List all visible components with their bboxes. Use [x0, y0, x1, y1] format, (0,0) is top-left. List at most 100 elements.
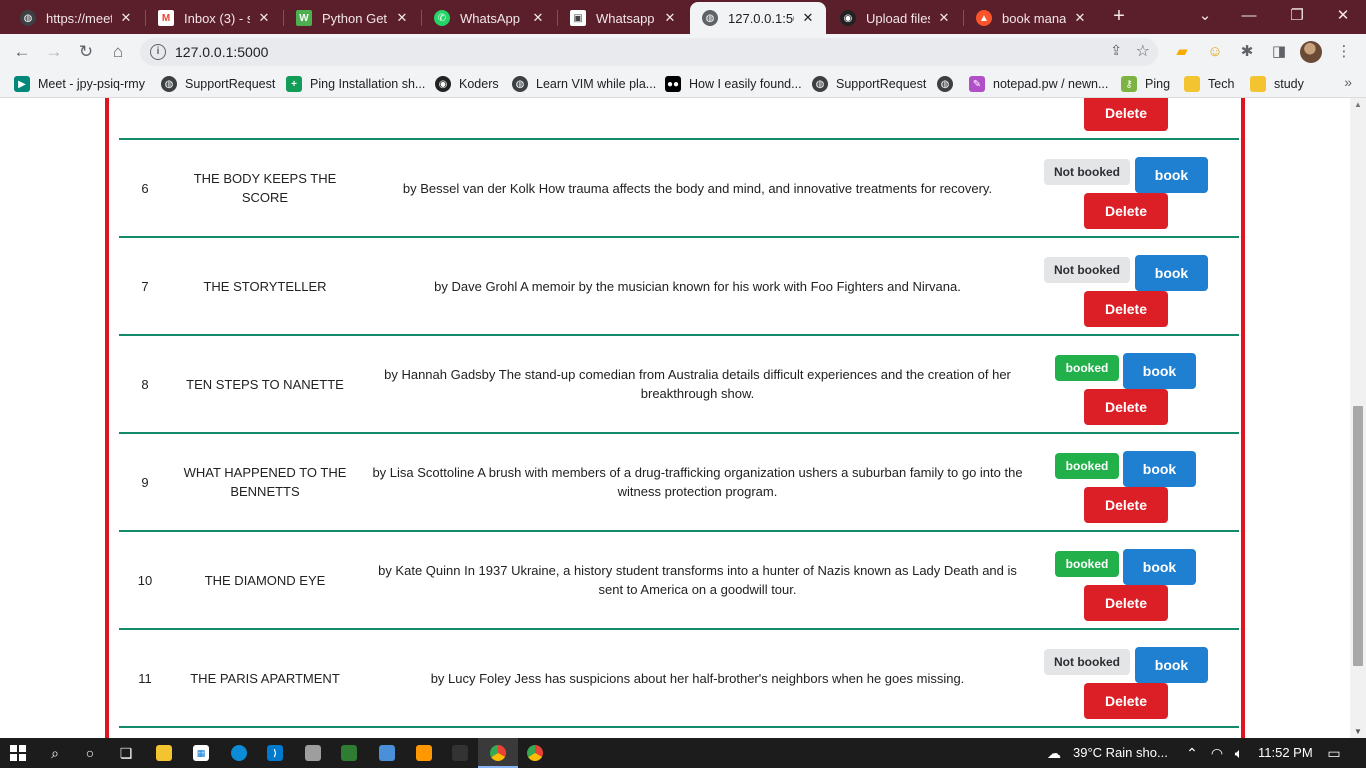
- app-icon[interactable]: [376, 742, 398, 764]
- sublime-icon[interactable]: [413, 742, 435, 764]
- menu-kebab-icon[interactable]: ⋮: [1334, 42, 1354, 62]
- forward-icon[interactable]: →: [42, 40, 66, 64]
- bookmark-label: Ping Installation sh...: [310, 77, 426, 91]
- book-button[interactable]: book: [1123, 451, 1196, 487]
- book-number: 11: [138, 670, 152, 686]
- tab-book-manage[interactable]: ▲ book manage ✕: [964, 2, 1098, 34]
- book-title: WHAT HAPPENED TO THE BENNETTS: [183, 465, 347, 499]
- store-icon[interactable]: ▦: [190, 742, 212, 764]
- bookmark-star-icon[interactable]: ☆: [1136, 41, 1150, 61]
- chrome-icon[interactable]: [487, 742, 509, 764]
- new-tab-button[interactable]: +: [1108, 5, 1130, 27]
- bookmark-label: How I easily found...: [689, 77, 802, 91]
- close-icon[interactable]: ✕: [936, 10, 952, 26]
- delete-button[interactable]: Delete: [1084, 683, 1168, 719]
- tab-search-icon[interactable]: ⌄: [1193, 4, 1217, 28]
- bookmark-item[interactable]: ✎ notepad.pw / newn...: [969, 75, 1108, 93]
- tab-inbox[interactable]: M Inbox (3) - sa ✕: [146, 2, 282, 34]
- bookmark-label: SupportRequest: [185, 77, 276, 91]
- bookmark-item[interactable]: + Ping Installation sh...: [286, 75, 425, 93]
- tab-upload-files[interactable]: ◉ Upload files · ✕: [828, 2, 962, 34]
- extensions-puzzle-icon[interactable]: ✱: [1237, 42, 1257, 62]
- page-scrollbar[interactable]: ▲ ▼: [1350, 98, 1366, 738]
- bookmark-item[interactable]: ◍: [937, 75, 961, 93]
- task-view-icon[interactable]: ❏: [115, 742, 137, 764]
- book-button[interactable]: book: [1123, 549, 1196, 585]
- restore-icon[interactable]: ❐: [1285, 4, 1309, 28]
- side-panel-icon[interactable]: ◨: [1269, 42, 1289, 62]
- notifications-icon[interactable]: ▭: [1323, 742, 1345, 764]
- tab-localhost[interactable]: ◍ 127.0.0.1:500 ✕: [690, 2, 826, 34]
- home-icon[interactable]: ⌂: [106, 40, 130, 64]
- close-icon[interactable]: ✕: [662, 10, 678, 26]
- wifi-icon[interactable]: ◠: [1206, 742, 1228, 764]
- delete-button[interactable]: Delete: [1084, 193, 1168, 229]
- bookmark-item[interactable]: ◉ Koders: [435, 75, 499, 93]
- bookmark-item[interactable]: ◍ Learn VIM while pla...: [512, 75, 656, 93]
- gmail-icon: M: [158, 10, 174, 26]
- delete-button[interactable]: Delete: [1084, 98, 1168, 131]
- close-icon[interactable]: ✕: [530, 10, 546, 26]
- bookmark-item[interactable]: ⚷ Ping: [1121, 75, 1170, 93]
- back-icon[interactable]: ←: [10, 40, 34, 64]
- delete-button[interactable]: Delete: [1084, 291, 1168, 327]
- chrome-icon[interactable]: [524, 742, 546, 764]
- bookmark-item[interactable]: ◍ SupportRequest: [812, 75, 926, 93]
- emoji-extension-icon[interactable]: ☺: [1205, 42, 1225, 62]
- file-explorer-icon[interactable]: [153, 742, 175, 764]
- tray-chevron-icon[interactable]: ⌃: [1181, 742, 1203, 764]
- bookmark-item[interactable]: ●● How I easily found...: [665, 75, 802, 93]
- close-icon[interactable]: ✕: [256, 10, 272, 26]
- docs-icon: ▣: [570, 10, 586, 26]
- edge-icon[interactable]: [228, 742, 250, 764]
- bookmarks-more-icon[interactable]: »: [1344, 74, 1352, 90]
- volume-icon[interactable]: 🔈︎: [1228, 742, 1250, 764]
- book-number: 4: [119, 98, 171, 138]
- reload-icon[interactable]: ↻: [74, 40, 98, 64]
- share-icon[interactable]: ⇪: [1110, 42, 1122, 59]
- vscode-icon[interactable]: ⟩: [264, 742, 286, 764]
- book-button[interactable]: book: [1135, 157, 1208, 193]
- book-button[interactable]: book: [1135, 255, 1208, 291]
- bookmark-item[interactable]: ▶ Meet - jpy-psiq-rmy: [14, 75, 145, 93]
- tab-whatsapp-api[interactable]: ▣ Whatsapp AP ✕: [558, 2, 688, 34]
- windows-start-icon[interactable]: [7, 742, 29, 764]
- extension-folder-icon[interactable]: ▰: [1172, 42, 1192, 62]
- close-icon[interactable]: ✕: [800, 10, 816, 26]
- bookmark-label: notepad.pw / newn...: [993, 77, 1109, 91]
- bookmark-folder[interactable]: study: [1250, 75, 1304, 93]
- scrollbar-thumb[interactable]: [1353, 406, 1363, 666]
- app-icon[interactable]: [449, 742, 471, 764]
- bookmark-folder[interactable]: Tech: [1184, 75, 1234, 93]
- book-title: THE DIAMOND EYE: [204, 572, 326, 588]
- book-button[interactable]: book: [1135, 647, 1208, 683]
- delete-button[interactable]: Delete: [1084, 487, 1168, 523]
- tab-python[interactable]: W Python Get Fi ✕: [284, 2, 420, 34]
- profile-avatar[interactable]: [1300, 41, 1322, 63]
- cortana-icon[interactable]: ○: [79, 742, 101, 764]
- app-icon[interactable]: [338, 742, 360, 764]
- close-window-icon[interactable]: ✕: [1331, 4, 1355, 28]
- book-button[interactable]: book: [1123, 353, 1196, 389]
- minimize-icon[interactable]: —: [1237, 4, 1261, 28]
- search-icon[interactable]: ⌕: [44, 742, 66, 764]
- meet-icon: ▶: [14, 76, 30, 92]
- scroll-up-icon[interactable]: ▲: [1354, 100, 1362, 109]
- whatsapp-icon: ✆: [434, 10, 450, 26]
- close-icon[interactable]: ✕: [118, 10, 134, 26]
- tab-whatsapp[interactable]: ✆ WhatsApp ✕: [422, 2, 556, 34]
- bookmark-item[interactable]: ◍ SupportRequest: [161, 75, 275, 93]
- app-icon[interactable]: [302, 742, 324, 764]
- close-icon[interactable]: ✕: [1072, 10, 1088, 26]
- url-text[interactable]: 127.0.0.1:5000: [175, 44, 268, 60]
- delete-button[interactable]: Delete: [1084, 389, 1168, 425]
- weather-text[interactable]: 39°C Rain sho...: [1073, 745, 1168, 760]
- close-icon[interactable]: ✕: [394, 10, 410, 26]
- scroll-down-icon[interactable]: ▼: [1354, 727, 1362, 736]
- clock-time[interactable]: 11:52 PM: [1258, 745, 1313, 760]
- weather-icon[interactable]: ☁: [1043, 742, 1065, 764]
- delete-button[interactable]: Delete: [1084, 585, 1168, 621]
- site-info-icon[interactable]: i: [150, 44, 166, 60]
- address-bar[interactable]: i 127.0.0.1:5000 ⇪ ☆: [140, 38, 1158, 66]
- tab-meet[interactable]: ◍ https://meet.g ✕: [8, 2, 144, 34]
